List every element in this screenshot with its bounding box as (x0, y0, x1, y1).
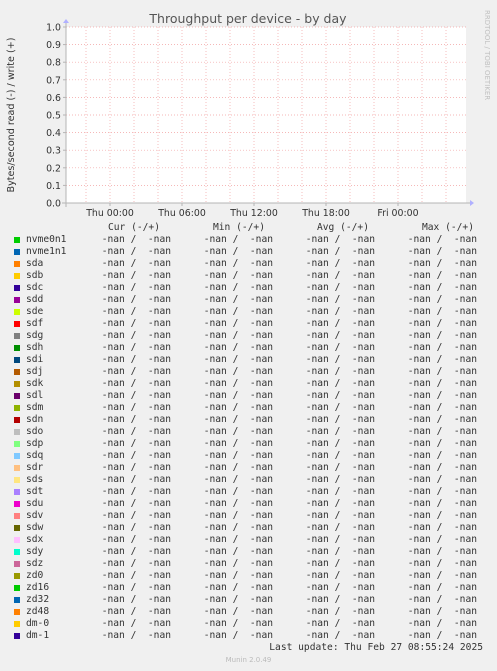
y-tick-label: 0.2 (46, 163, 61, 174)
x-axis-arrow (470, 200, 474, 206)
y-tick-label: 0.0 (46, 199, 61, 210)
y-tick-label: 1.0 (46, 23, 61, 34)
chart-title: Throughput per device - by day (148, 11, 347, 26)
y-tick-label: 0.6 (46, 93, 61, 104)
y-axis-label: Bytes/second read (-) / write (+) (6, 37, 17, 192)
y-tick-label: 0.4 (46, 128, 61, 139)
throughput-chart: Throughput per device - by day Bytes/sec… (6, 10, 491, 219)
rrdtool-watermark: RRDTOOL / TOBI OETIKER (483, 10, 491, 100)
y-tick-label: 0.5 (46, 111, 61, 122)
y-tick-label: 0.8 (46, 58, 61, 69)
x-axis-ticks: Thu 00:00 Thu 06:00 Thu 12:00 Thu 18:00 Fri … (85, 203, 419, 219)
x-tick-label: Thu 06:00 (157, 208, 206, 219)
x-tick-label: Thu 12:00 (229, 208, 278, 219)
y-tick-label: 0.3 (46, 146, 61, 157)
y-axis-arrow (63, 19, 69, 23)
x-tick-label: Thu 00:00 (85, 208, 134, 219)
y-tick-label: 0.9 (46, 40, 61, 51)
x-tick-label: Fri 00:00 (377, 208, 418, 219)
y-axis-ticks: 0.0 0.1 0.2 0.3 0.4 0.5 0.6 0.7 0.8 0.9 1.0 (46, 23, 66, 210)
y-tick-label: 0.1 (46, 181, 61, 192)
y-tick-label: 0.7 (46, 75, 61, 86)
x-tick-label: Thu 18:00 (301, 208, 350, 219)
